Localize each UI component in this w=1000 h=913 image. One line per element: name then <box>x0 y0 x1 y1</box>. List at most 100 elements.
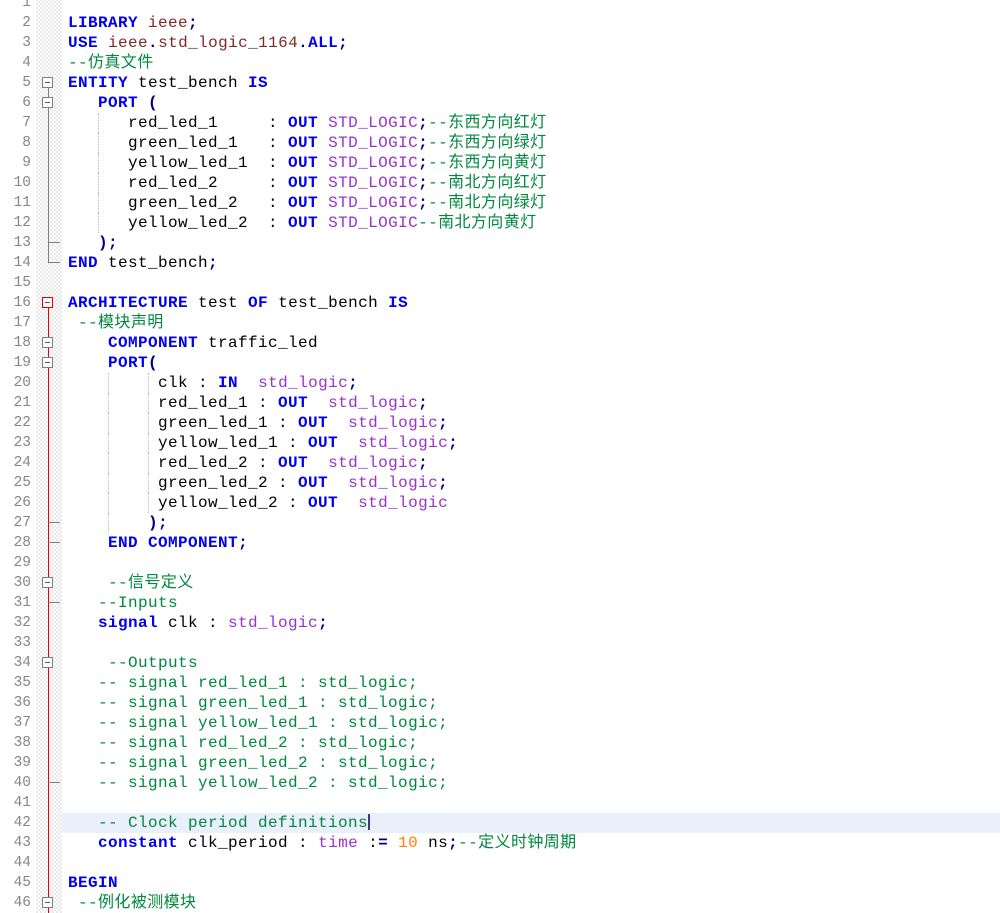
line-number[interactable]: 38 <box>0 733 36 753</box>
fold-toggle-icon[interactable] <box>36 573 62 593</box>
line-number[interactable]: 39 <box>0 753 36 773</box>
line-number[interactable]: 8 <box>0 133 36 153</box>
line-number[interactable]: 25 <box>0 473 36 493</box>
code-text[interactable]: red_led_2 : OUT STD_LOGIC;--南北方向红灯 <box>62 173 1000 193</box>
line-number[interactable]: 31 <box>0 593 36 613</box>
line-number[interactable]: 27 <box>0 513 36 533</box>
code-text[interactable]: -- signal green_led_2 : std_logic; <box>62 753 1000 773</box>
code-text[interactable]: ); <box>62 233 1000 253</box>
code-text[interactable]: -- signal yellow_led_2 : std_logic; <box>62 773 1000 793</box>
line-number[interactable]: 41 <box>0 793 36 813</box>
line-number[interactable]: 23 <box>0 433 36 453</box>
line-number[interactable]: 44 <box>0 853 36 873</box>
line-number[interactable]: 45 <box>0 873 36 893</box>
code-text[interactable] <box>62 853 1000 873</box>
code-text[interactable]: BEGIN <box>62 873 1000 893</box>
code-text[interactable]: yellow_led_2 : OUT STD_LOGIC--南北方向黄灯 <box>62 213 1000 233</box>
line-number[interactable]: 35 <box>0 673 36 693</box>
code-text[interactable]: --信号定义 <box>62 573 1000 593</box>
code-text[interactable]: green_led_2 : OUT STD_LOGIC;--南北方向绿灯 <box>62 193 1000 213</box>
code-text[interactable]: PORT ( <box>62 93 1000 113</box>
line-number[interactable]: 16 <box>0 293 36 313</box>
code-text[interactable]: --例化被测模块 <box>62 893 1000 913</box>
line-number[interactable]: 19 <box>0 353 36 373</box>
line-number[interactable]: 36 <box>0 693 36 713</box>
code-text[interactable]: green_led_2 : OUT std_logic; <box>62 473 1000 493</box>
code-text[interactable]: USE ieee.std_logic_1164.ALL; <box>62 33 1000 53</box>
code-text[interactable]: --Inputs <box>62 593 1000 613</box>
line-number[interactable]: 10 <box>0 173 36 193</box>
line-number[interactable]: 20 <box>0 373 36 393</box>
line-number[interactable]: 22 <box>0 413 36 433</box>
line-number[interactable]: 7 <box>0 113 36 133</box>
code-text[interactable]: ); <box>62 513 1000 533</box>
line-number[interactable]: 43 <box>0 833 36 853</box>
line-number[interactable]: 12 <box>0 213 36 233</box>
line-number[interactable]: 46 <box>0 893 36 913</box>
code-text[interactable]: ARCHITECTURE test OF test_bench IS <box>62 293 1000 313</box>
line-number[interactable]: 33 <box>0 633 36 653</box>
code-text[interactable]: constant clk_period : time := 10 ns;--定义… <box>62 833 1000 853</box>
fold-toggle-icon[interactable] <box>36 353 62 373</box>
line-number[interactable]: 3 <box>0 33 36 53</box>
fold-toggle-icon[interactable] <box>36 333 62 353</box>
line-number[interactable]: 26 <box>0 493 36 513</box>
code-text[interactable]: yellow_led_1 : OUT std_logic; <box>62 433 1000 453</box>
line-number[interactable]: 24 <box>0 453 36 473</box>
code-text[interactable]: -- signal green_led_1 : std_logic; <box>62 693 1000 713</box>
line-number[interactable]: 18 <box>0 333 36 353</box>
line-number[interactable]: 15 <box>0 273 36 293</box>
code-text[interactable]: clk : IN std_logic; <box>62 373 1000 393</box>
code-text[interactable]: PORT( <box>62 353 1000 373</box>
code-text[interactable]: LIBRARY ieee; <box>62 13 1000 33</box>
line-number[interactable]: 11 <box>0 193 36 213</box>
code-text[interactable]: END COMPONENT; <box>62 533 1000 553</box>
code-text[interactable]: red_led_2 : OUT std_logic; <box>62 453 1000 473</box>
code-text[interactable]: ENTITY test_bench IS <box>62 73 1000 93</box>
line-number[interactable]: 37 <box>0 713 36 733</box>
line-number[interactable]: 21 <box>0 393 36 413</box>
line-number[interactable]: 9 <box>0 153 36 173</box>
code-text[interactable]: red_led_1 : OUT std_logic; <box>62 393 1000 413</box>
fold-toggle-icon[interactable] <box>36 93 62 113</box>
code-text[interactable]: --模块声明 <box>62 313 1000 333</box>
line-number[interactable]: 6 <box>0 93 36 113</box>
line-number[interactable]: 5 <box>0 73 36 93</box>
line-number[interactable]: 42 <box>0 813 36 833</box>
line-number[interactable]: 13 <box>0 233 36 253</box>
line-number[interactable]: 28 <box>0 533 36 553</box>
line-number[interactable]: 14 <box>0 253 36 273</box>
fold-toggle-icon[interactable] <box>36 293 62 313</box>
line-number[interactable]: 32 <box>0 613 36 633</box>
code-text[interactable] <box>62 0 1000 13</box>
code-text[interactable]: signal clk : std_logic; <box>62 613 1000 633</box>
line-number[interactable]: 29 <box>0 553 36 573</box>
code-text[interactable]: yellow_led_1 : OUT STD_LOGIC;--东西方向黄灯 <box>62 153 1000 173</box>
code-text[interactable] <box>62 553 1000 573</box>
line-number[interactable]: 2 <box>0 13 36 33</box>
fold-toggle-icon[interactable] <box>36 653 62 673</box>
code-text[interactable]: --仿真文件 <box>62 53 1000 73</box>
line-number[interactable]: 4 <box>0 53 36 73</box>
fold-toggle-icon[interactable] <box>36 893 62 913</box>
code-text[interactable]: -- signal yellow_led_1 : std_logic; <box>62 713 1000 733</box>
code-text[interactable]: COMPONENT traffic_led <box>62 333 1000 353</box>
code-text[interactable]: -- Clock period definitions <box>62 813 1000 833</box>
fold-toggle-icon[interactable] <box>36 73 62 93</box>
line-number[interactable]: 40 <box>0 773 36 793</box>
code-text[interactable]: --Outputs <box>62 653 1000 673</box>
code-text[interactable]: green_led_1 : OUT std_logic; <box>62 413 1000 433</box>
code-text[interactable]: END test_bench; <box>62 253 1000 273</box>
code-text[interactable]: red_led_1 : OUT STD_LOGIC;--东西方向红灯 <box>62 113 1000 133</box>
editor-pane[interactable]: 12 LIBRARY ieee; 3 USE ieee.std_logic_1164.… <box>0 0 1000 913</box>
code-text[interactable]: green_led_1 : OUT STD_LOGIC;--东西方向绿灯 <box>62 133 1000 153</box>
code-text[interactable]: yellow_led_2 : OUT std_logic <box>62 493 1000 513</box>
line-number[interactable]: 1 <box>0 0 36 13</box>
line-number[interactable]: 17 <box>0 313 36 333</box>
line-number[interactable]: 34 <box>0 653 36 673</box>
code-text[interactable] <box>62 793 1000 813</box>
code-text[interactable] <box>62 273 1000 293</box>
code-text[interactable]: -- signal red_led_1 : std_logic; <box>62 673 1000 693</box>
line-number[interactable]: 30 <box>0 573 36 593</box>
code-text[interactable]: -- signal red_led_2 : std_logic; <box>62 733 1000 753</box>
